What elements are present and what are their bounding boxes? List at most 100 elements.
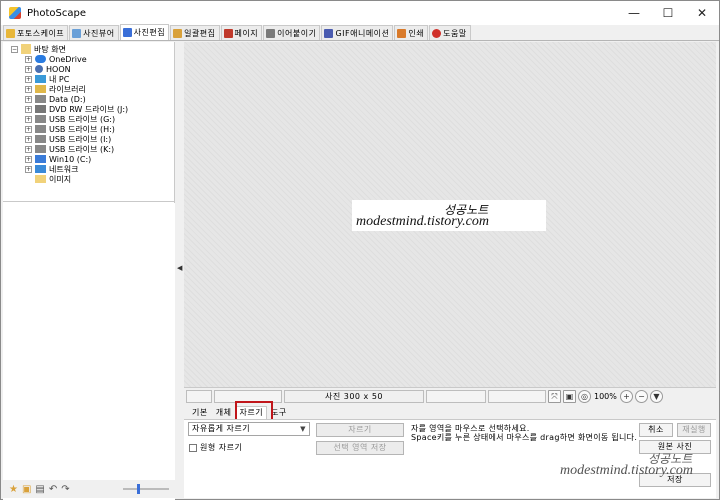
combine-icon [266,28,276,38]
tab-object[interactable]: 개체 [212,406,236,419]
expand-icon[interactable]: + [25,135,32,143]
maximize-button[interactable]: ☐ [651,1,685,25]
expand-icon[interactable]: + [25,115,32,123]
window-title: PhotoScape [27,7,86,19]
tab-basic[interactable]: 기본 [188,406,212,419]
cancel-button[interactable]: 취소 [639,423,673,437]
pc-icon [35,75,46,83]
chevron-down-icon: ▼ [300,425,306,433]
tab-batch[interactable]: 일괄편집 [170,25,220,40]
tree-node[interactable]: + 라이브러리 [25,84,86,94]
expand-icon[interactable]: + [25,105,32,113]
minimize-button[interactable]: — [617,1,651,25]
close-button[interactable]: ✕ [685,1,719,25]
tree-node[interactable]: + 내 PC [25,74,69,84]
fit-screen-icon[interactable]: ⤧ [548,389,561,403]
page-icon [223,28,233,38]
tab-photoscape[interactable]: 포토스케이프 [3,25,69,40]
original-photo-button[interactable]: 원본 사진 [639,440,711,454]
crop-help-text-2: Space키를 누른 상태에서 마우스를 drag하면 화면이동 됩니다. [411,433,638,442]
gif-icon [324,28,334,38]
round-crop-checkbox[interactable]: 원형 자르기 [189,442,242,453]
expand-icon[interactable]: + [25,75,32,83]
main-tab-bar: 포토스케이프 사진뷰어 사진편집 일괄편집 페이지 이어붙이기 GIF애니메이션… [1,24,719,41]
network-icon [35,165,46,173]
expand-icon[interactable]: + [25,155,32,163]
tab-print[interactable]: 인쇄 [394,25,429,40]
tab-help[interactable]: 도움말 [429,25,471,40]
edited-photo[interactable]: 성공노트 modestmind.tistory.com [352,200,546,231]
user-icon [35,65,43,73]
status-segment [186,389,212,403]
expand-icon[interactable]: + [25,95,32,103]
tree-node[interactable]: + DVD RW 드라이브 (J:) [25,104,128,114]
back-arrow-icon[interactable]: ↶ [49,484,57,495]
tree-node[interactable]: + USB 드라이브 (K:) [25,144,114,154]
folder-tree[interactable]: − 바탕 화면 + OneDrive + HOON + 내 PC + 라이브러리 + Da… [3,42,175,202]
tab-viewer[interactable]: 사진뷰어 [69,25,119,40]
usb-icon [35,125,46,133]
viewer-icon [72,28,82,38]
slider-thumb[interactable] [137,484,140,494]
usb-icon [35,115,46,123]
browse-folder-icon[interactable]: ▤ [35,484,44,495]
batch-icon [173,28,183,38]
tree-node-desktop[interactable]: − 바탕 화면 [11,44,66,54]
expand-icon[interactable]: + [25,145,32,153]
crop-button[interactable]: 자르기 [316,423,404,437]
folder-icon [35,175,46,183]
save-selection-button[interactable]: 선택 영역 저장 [316,441,404,455]
dvd-icon [35,105,46,113]
photo-size-label: 사진 300 x 50 [284,389,424,403]
drive-icon [35,95,46,103]
tree-node[interactable]: + OneDrive [25,54,87,64]
expand-icon[interactable]: + [25,125,32,133]
collapse-pane-arrow-icon[interactable]: ◀ [177,264,182,272]
pane-splitter[interactable]: ◀ [176,42,184,498]
library-icon [35,85,46,93]
collapse-icon[interactable]: − [11,45,18,53]
star-icon[interactable]: ★ [9,484,18,495]
status-segment [488,389,546,403]
redo-button[interactable]: 재실행 [677,423,711,437]
zoom-out-icon[interactable]: − [635,389,648,403]
save-button[interactable]: 저장 [639,473,711,487]
tree-node[interactable]: + Data (D:) [25,94,86,104]
actual-size-icon[interactable]: ▣ [563,389,576,403]
zoom-in-icon[interactable]: + [620,389,633,403]
tab-combine[interactable]: 이어붙이기 [263,25,321,40]
editor-icon [122,28,132,37]
zoom-fit-icon[interactable]: ◎ [578,389,591,403]
expand-icon[interactable]: + [25,55,32,63]
tree-node[interactable]: + Win10 (C:) [25,154,91,164]
forward-arrow-icon[interactable]: ↷ [61,484,69,495]
tab-gif[interactable]: GIF애니메이션 [321,25,394,40]
tree-node[interactable]: + USB 드라이브 (H:) [25,124,115,134]
favorite-folder-icon[interactable]: ▣ [22,484,31,495]
expand-icon[interactable]: + [25,85,32,93]
tree-node[interactable]: 이미지 [35,174,71,184]
zoom-menu-icon[interactable]: ▼ [650,389,663,403]
crop-panel: 자유롭게 자르기 ▼ 원형 자르기 자르기 선택 영역 저장 자를 영역을 마우… [184,419,716,498]
windows-drive-icon [35,155,46,163]
left-pane: − 바탕 화면 + OneDrive + HOON + 내 PC + 라이브러리 + Da… [3,42,175,500]
zoom-level: 100% [594,391,617,401]
expand-icon[interactable]: + [25,165,32,173]
thumbnail-size-slider[interactable] [123,484,169,494]
expand-icon[interactable]: + [25,65,32,73]
onedrive-icon [35,55,46,63]
tree-node[interactable]: + USB 드라이브 (I:) [25,134,111,144]
tree-node[interactable]: + USB 드라이브 (G:) [25,114,115,124]
checkbox-box[interactable] [189,443,197,452]
tab-editor[interactable]: 사진편집 [119,24,170,40]
tree-node[interactable]: + 네트워크 [25,164,78,174]
photo-text-url: modestmind.tistory.com [356,214,489,229]
photo-canvas[interactable]: 성공노트 modestmind.tistory.com [184,42,716,387]
tab-page[interactable]: 페이지 [220,25,263,40]
tree-node[interactable]: + HOON [25,64,71,74]
usb-icon [35,145,46,153]
photoscape-icon [6,28,15,38]
crop-mode-select[interactable]: 자유롭게 자르기 ▼ [188,422,310,436]
help-icon [432,28,442,38]
file-thumbnail-list[interactable] [3,203,175,500]
